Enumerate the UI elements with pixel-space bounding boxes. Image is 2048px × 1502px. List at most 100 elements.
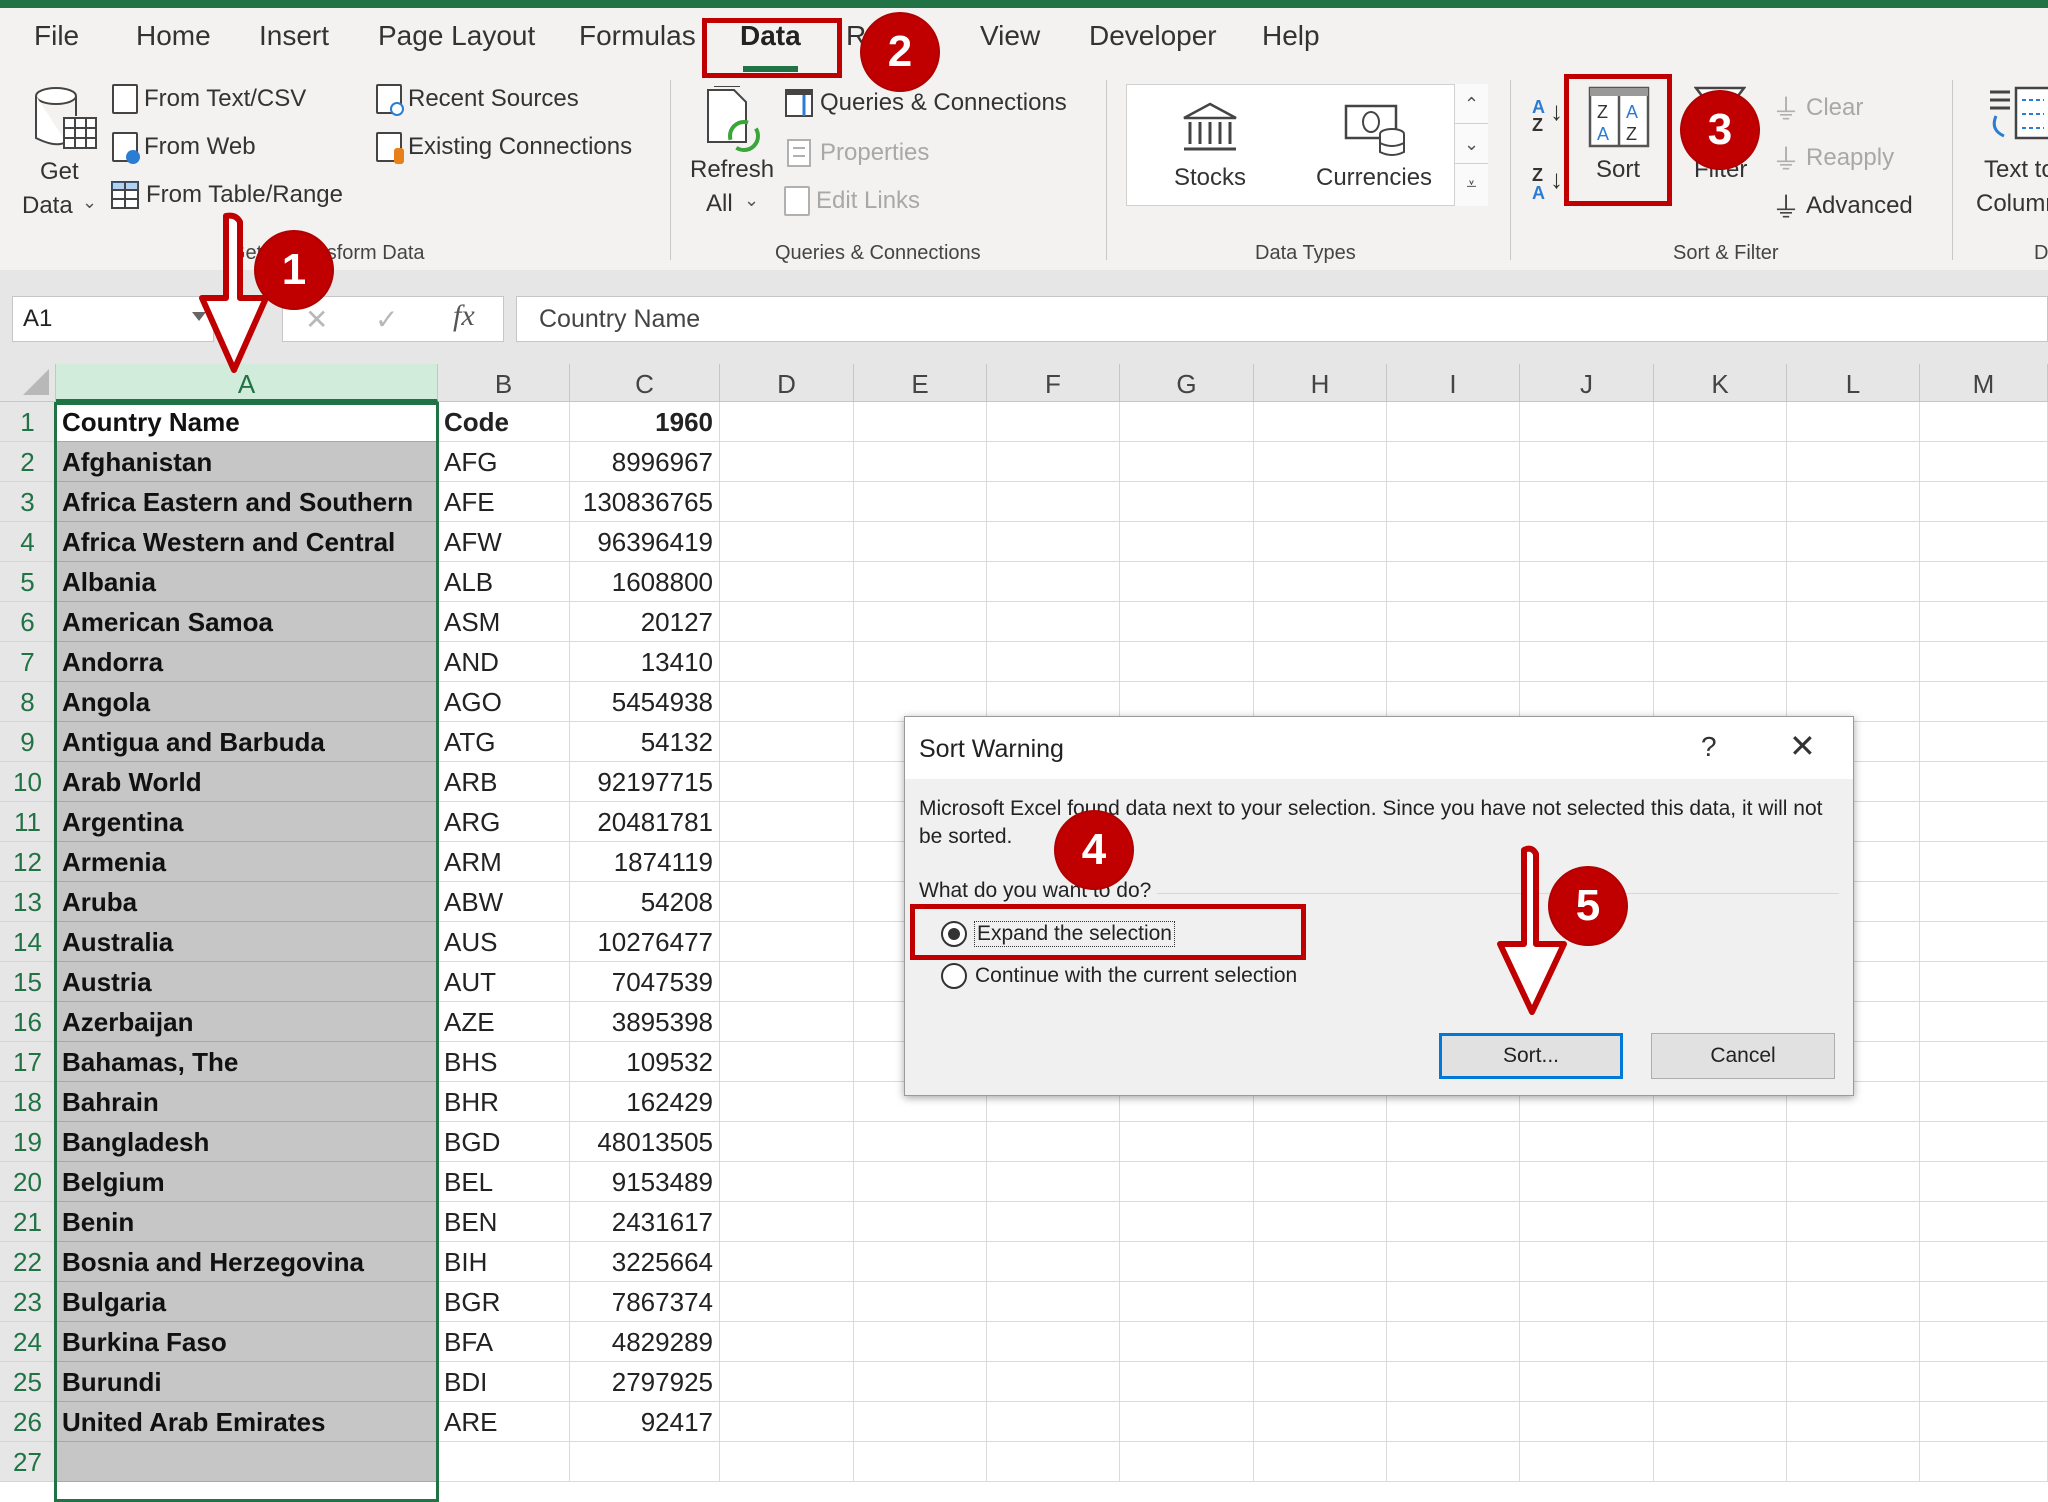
empty-cell[interactable]	[1254, 1322, 1387, 1362]
cell-b26[interactable]: ARE	[438, 1402, 570, 1442]
empty-cell[interactable]	[1387, 642, 1520, 682]
empty-cell[interactable]	[720, 882, 854, 922]
empty-cell[interactable]	[987, 1122, 1120, 1162]
cell-a21[interactable]: Benin	[56, 1202, 438, 1242]
empty-cell[interactable]	[720, 1362, 854, 1402]
cell-a2[interactable]: Afghanistan	[56, 442, 438, 482]
empty-cell[interactable]	[1920, 1042, 2048, 1082]
cell-b19[interactable]: BGD	[438, 1122, 570, 1162]
cell-c26[interactable]: 92417	[570, 1402, 720, 1442]
empty-cell[interactable]	[854, 1442, 987, 1482]
empty-cell[interactable]	[1520, 1362, 1654, 1402]
tab-home[interactable]: Home	[136, 20, 211, 52]
cell-c11[interactable]: 20481781	[570, 802, 720, 842]
empty-cell[interactable]	[1520, 1282, 1654, 1322]
cell-b3[interactable]: AFE	[438, 482, 570, 522]
empty-cell[interactable]	[854, 522, 987, 562]
cell-b15[interactable]: AUT	[438, 962, 570, 1002]
empty-cell[interactable]	[1520, 1122, 1654, 1162]
empty-cell[interactable]	[1254, 562, 1387, 602]
empty-cell[interactable]	[1387, 1282, 1520, 1322]
empty-cell[interactable]	[720, 842, 854, 882]
empty-cell[interactable]	[1120, 642, 1254, 682]
sort-a-to-z-button[interactable]: A Z ↓	[1532, 98, 1572, 144]
empty-cell[interactable]	[1120, 1242, 1254, 1282]
cell-b20[interactable]: BEL	[438, 1162, 570, 1202]
row-header[interactable]: 13	[0, 882, 56, 922]
from-web-button[interactable]: From Web	[112, 132, 256, 164]
empty-cell[interactable]	[1387, 1362, 1520, 1402]
insert-function-icon[interactable]: fx	[453, 299, 475, 333]
empty-cell[interactable]	[1387, 562, 1520, 602]
empty-cell[interactable]	[1520, 562, 1654, 602]
empty-cell[interactable]	[1654, 442, 1787, 482]
row-header[interactable]: 27	[0, 1442, 56, 1482]
empty-cell[interactable]	[720, 1042, 854, 1082]
tab-data[interactable]: Data	[740, 20, 801, 72]
empty-cell[interactable]	[854, 1122, 987, 1162]
empty-cell[interactable]	[1387, 1442, 1520, 1482]
empty-cell[interactable]	[1920, 682, 2048, 722]
empty-cell[interactable]	[1120, 1162, 1254, 1202]
column-header-h[interactable]: H	[1254, 364, 1387, 402]
empty-cell[interactable]	[720, 722, 854, 762]
empty-cell[interactable]	[854, 1202, 987, 1242]
cell-c1[interactable]: 1960	[570, 402, 720, 442]
cell-c9[interactable]: 54132	[570, 722, 720, 762]
cell-b27[interactable]	[438, 1442, 570, 1482]
empty-cell[interactable]	[1254, 1202, 1387, 1242]
cell-a14[interactable]: Australia	[56, 922, 438, 962]
empty-cell[interactable]	[1654, 522, 1787, 562]
empty-cell[interactable]	[720, 1322, 854, 1362]
empty-cell[interactable]	[1520, 1242, 1654, 1282]
row-header[interactable]: 2	[0, 442, 56, 482]
column-header-f[interactable]: F	[987, 364, 1120, 402]
empty-cell[interactable]	[1920, 802, 2048, 842]
row-header[interactable]: 3	[0, 482, 56, 522]
cell-b14[interactable]: AUS	[438, 922, 570, 962]
cell-c3[interactable]: 130836765	[570, 482, 720, 522]
cell-a20[interactable]: Belgium	[56, 1162, 438, 1202]
empty-cell[interactable]	[854, 482, 987, 522]
empty-cell[interactable]	[1120, 1282, 1254, 1322]
empty-cell[interactable]	[987, 602, 1120, 642]
cell-c18[interactable]: 162429	[570, 1082, 720, 1122]
cell-b4[interactable]: AFW	[438, 522, 570, 562]
empty-cell[interactable]	[1120, 1362, 1254, 1402]
cell-b23[interactable]: BGR	[438, 1282, 570, 1322]
cell-a25[interactable]: Burundi	[56, 1362, 438, 1402]
close-icon[interactable]: ✕	[1789, 727, 1816, 765]
column-header-j[interactable]: J	[1520, 364, 1654, 402]
cell-a1[interactable]: Country Name	[56, 402, 438, 442]
empty-cell[interactable]	[1520, 1322, 1654, 1362]
column-header-i[interactable]: I	[1387, 364, 1520, 402]
empty-cell[interactable]	[1520, 442, 1654, 482]
empty-cell[interactable]	[1920, 762, 2048, 802]
empty-cell[interactable]	[1920, 602, 2048, 642]
cell-a6[interactable]: American Samoa	[56, 602, 438, 642]
dialog-sort-button[interactable]: Sort...	[1439, 1033, 1623, 1079]
cell-c19[interactable]: 48013505	[570, 1122, 720, 1162]
empty-cell[interactable]	[1387, 1322, 1520, 1362]
name-box-dropdown-icon[interactable]	[192, 312, 206, 321]
empty-cell[interactable]	[1654, 1362, 1787, 1402]
empty-cell[interactable]	[1254, 602, 1387, 642]
empty-cell[interactable]	[1387, 1162, 1520, 1202]
empty-cell[interactable]	[1787, 562, 1920, 602]
cell-b11[interactable]: ARG	[438, 802, 570, 842]
cell-c12[interactable]: 1874119	[570, 842, 720, 882]
cell-b16[interactable]: AZE	[438, 1002, 570, 1042]
empty-cell[interactable]	[1654, 1282, 1787, 1322]
empty-cell[interactable]	[987, 482, 1120, 522]
empty-cell[interactable]	[1120, 482, 1254, 522]
empty-cell[interactable]	[1387, 1122, 1520, 1162]
empty-cell[interactable]	[987, 522, 1120, 562]
cell-c10[interactable]: 92197715	[570, 762, 720, 802]
empty-cell[interactable]	[720, 1162, 854, 1202]
row-header[interactable]: 18	[0, 1082, 56, 1122]
empty-cell[interactable]	[1654, 1202, 1787, 1242]
column-header-a[interactable]: A	[56, 364, 438, 402]
empty-cell[interactable]	[1920, 562, 2048, 602]
empty-cell[interactable]	[720, 682, 854, 722]
tab-view[interactable]: View	[980, 20, 1040, 52]
